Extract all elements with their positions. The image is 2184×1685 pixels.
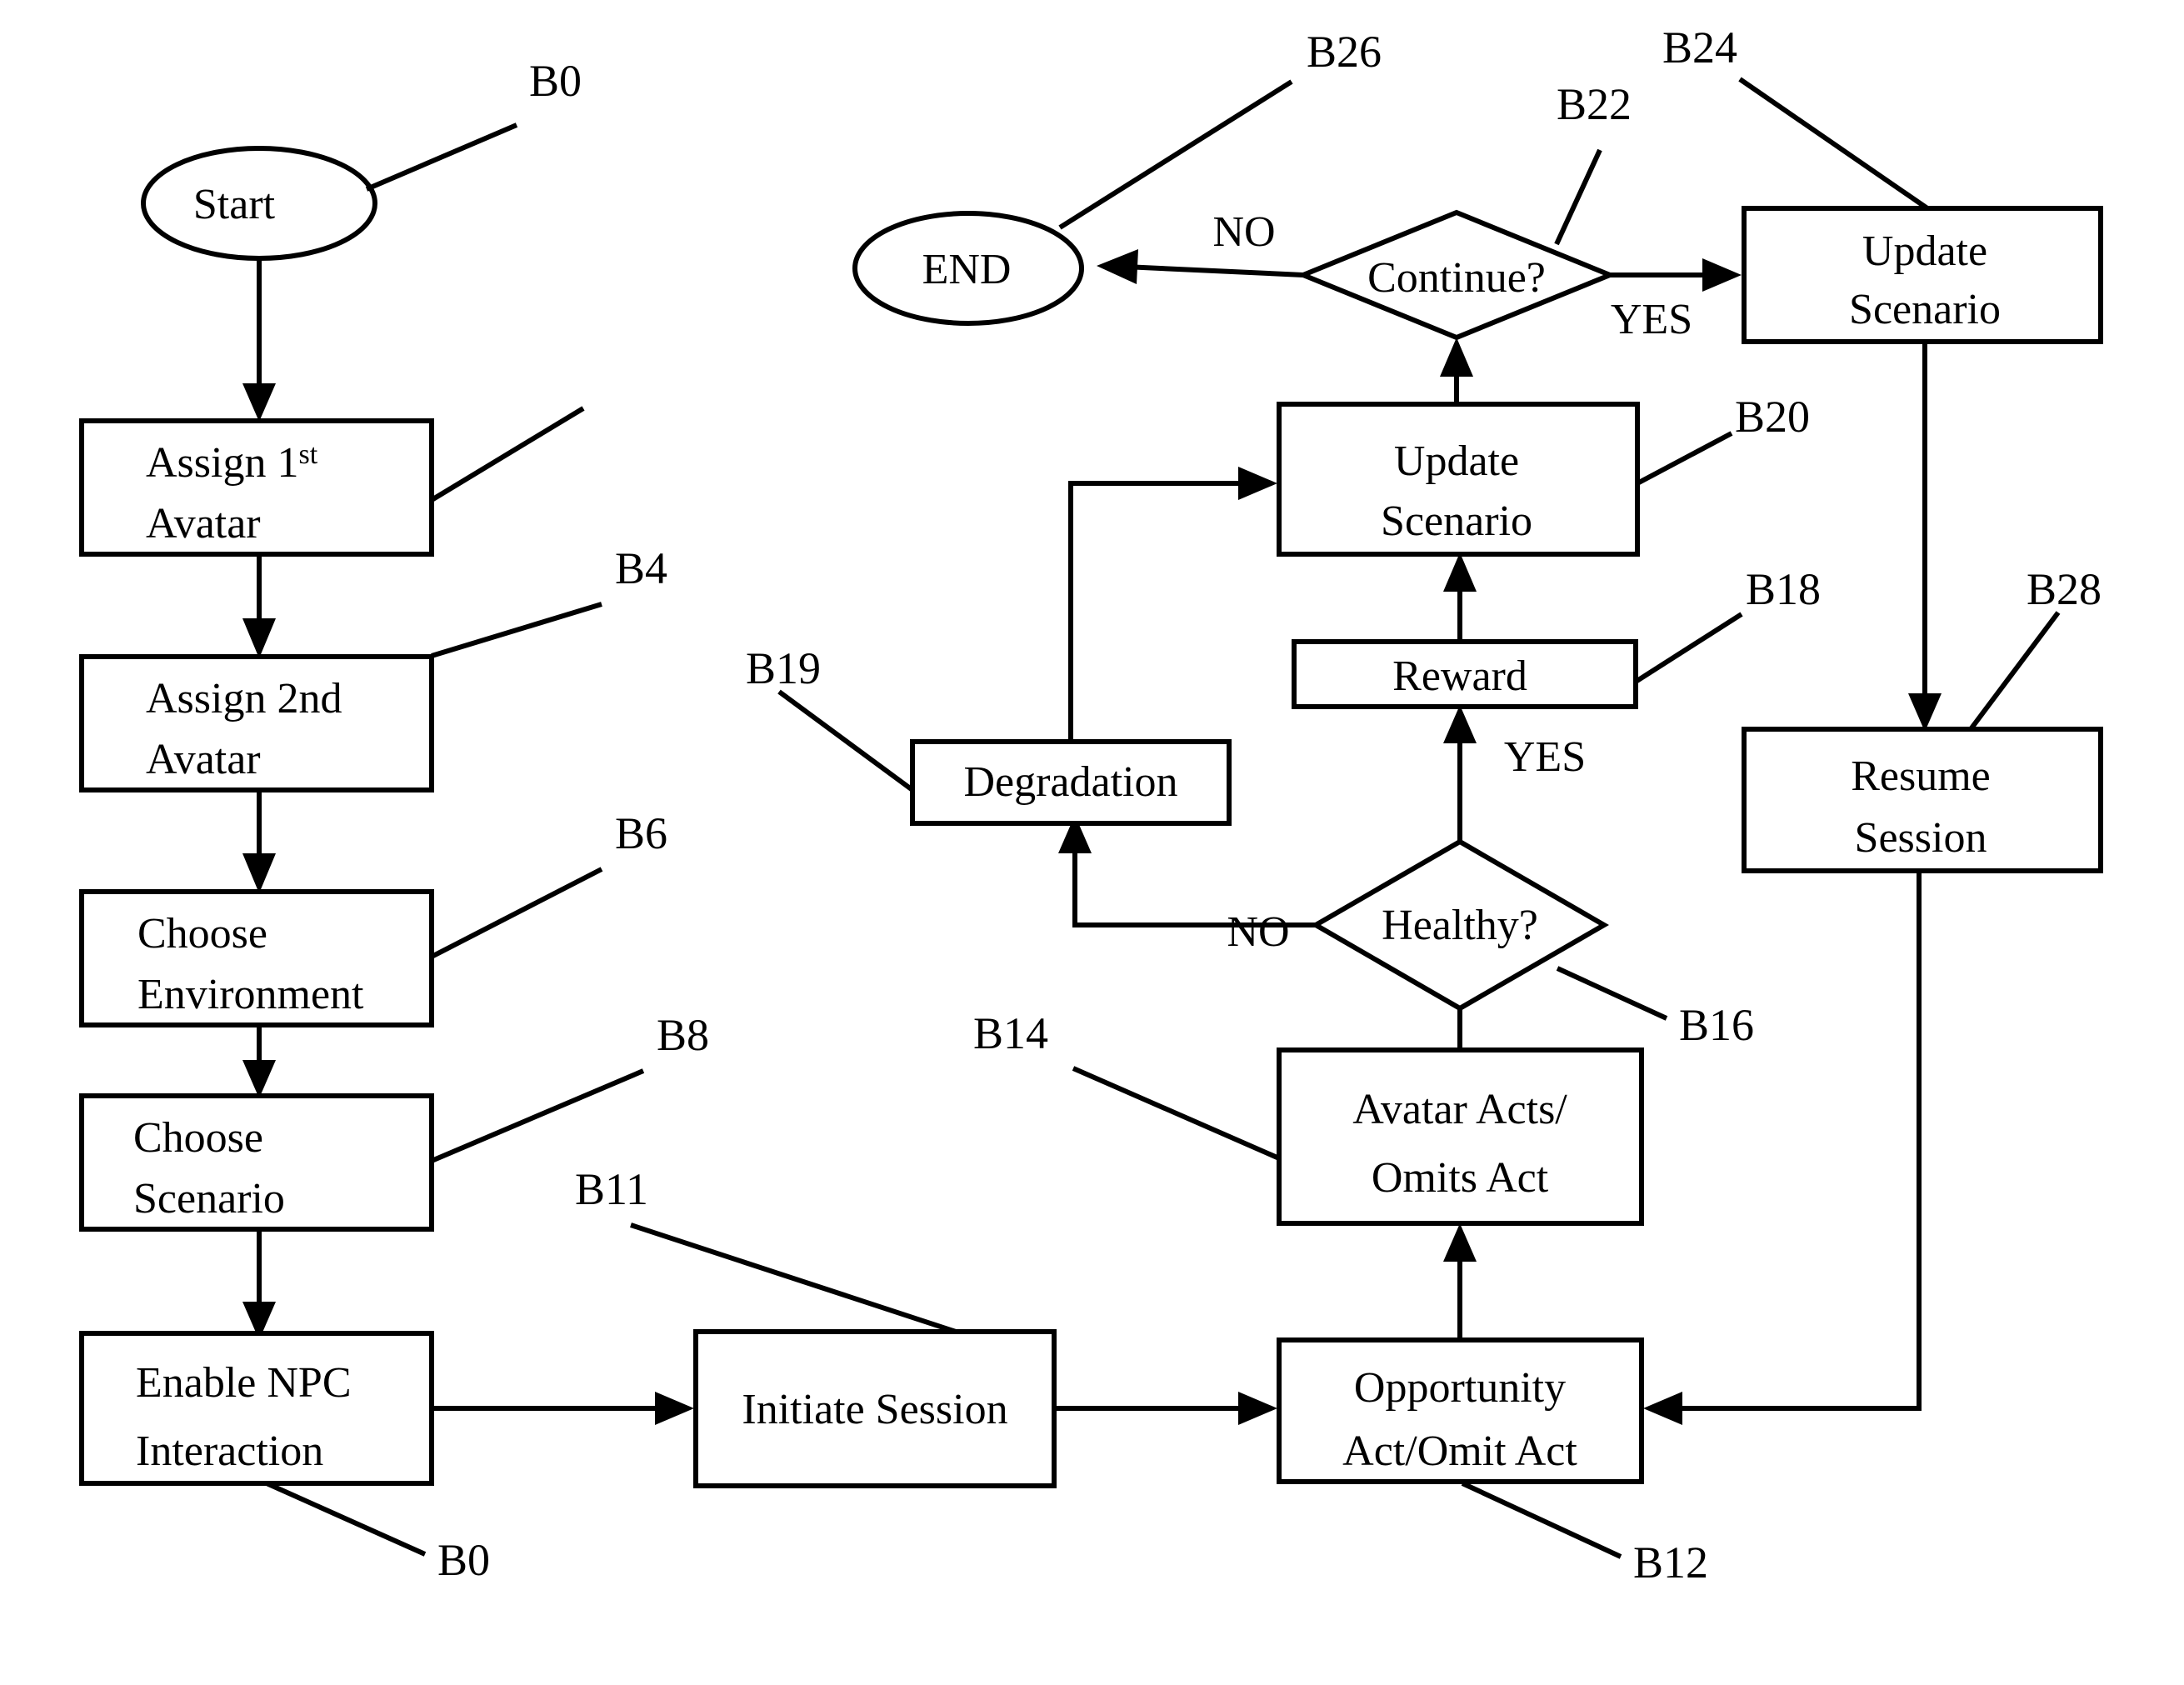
node-reward: Reward: [1292, 639, 1638, 709]
resume-session-label-line1: Resume: [1851, 752, 1991, 800]
leader-line-b28: [1968, 611, 2061, 731]
node-healthy-decision: Healthy?: [1311, 838, 1609, 1012]
choose-environment-label-line2: Environment: [137, 971, 364, 1018]
leader-line-b20: [777, 689, 914, 792]
edge-degradation-to-update-scenario-mid: [1068, 467, 1277, 742]
edge-assign-first-to-assign-second: [242, 554, 276, 658]
node-update-scenario-mid: Update Scenario: [1277, 402, 1640, 557]
edge-opportunity-to-avatar-acts: [1443, 1223, 1477, 1340]
node-degradation: Degradation: [910, 739, 1232, 826]
edge-start-to-assign-first: [242, 258, 276, 422]
leader-line-b12: [1461, 1481, 1622, 1559]
choose-scenario-label-line1: Choose: [133, 1114, 263, 1162]
edge-enable-npc-to-initiate-session: [432, 1392, 694, 1425]
enable-npc-interaction-label-line1: Enable NPC: [136, 1359, 352, 1407]
opportunity-act-label-line1: Opportunity: [1354, 1364, 1566, 1412]
leader-line-b22: [1554, 148, 1602, 246]
node-resume-session: Resume Session: [1742, 727, 2103, 873]
avatar-acts-label-line2: Omits Act: [1372, 1154, 1549, 1202]
edge-continue-yes-to-update-scenario-top: [1610, 258, 1742, 292]
end-label: END: [922, 246, 1012, 293]
ref-b12: B12: [1633, 1538, 1708, 1588]
assign-first-avatar-label-line1: Assign 1st: [146, 439, 318, 487]
edge-reward-to-update-scenario-mid: [1443, 552, 1477, 642]
edge-initiate-session-to-opportunity: [1054, 1392, 1277, 1425]
ref-b6: B6: [615, 808, 667, 858]
degradation-label: Degradation: [963, 758, 1177, 806]
edge-update-scenario-mid-to-continue: [1440, 338, 1473, 404]
ref-b24: B24: [1662, 22, 1737, 72]
node-assign-first-avatar: Assign 1st Avatar: [79, 418, 434, 557]
edge-label-continue-yes: YES: [1611, 296, 1692, 343]
avatar-acts-label-line1: Avatar Acts/: [1352, 1086, 1567, 1133]
ref-b14: B14: [973, 1008, 1048, 1058]
update-scenario-top-label-line2: Scenario: [1849, 286, 2001, 333]
update-scenario-mid-label-line2: Scenario: [1381, 498, 1532, 545]
choose-scenario-label-line2: Scenario: [133, 1175, 285, 1222]
update-scenario-top-label-line1: Update: [1862, 228, 1987, 275]
ref-b4: B4: [615, 543, 667, 593]
update-scenario-mid-label-line1: Update: [1394, 438, 1519, 485]
enable-npc-interaction-label-line2: Interaction: [136, 1428, 323, 1475]
assign-second-avatar-label-line2: Avatar: [146, 736, 261, 783]
leader-line-b26: [1058, 79, 1293, 230]
node-choose-environment: Choose Environment: [79, 889, 434, 1028]
node-choose-scenario: Choose Scenario: [79, 1093, 434, 1232]
node-initiate-session: Initiate Session: [693, 1329, 1057, 1488]
start-label: Start: [193, 181, 276, 228]
healthy-decision-label: Healthy?: [1382, 902, 1538, 949]
leader-line-b14: [1072, 1066, 1281, 1161]
node-end: END: [852, 211, 1084, 326]
edge-label-healthy-yes: YES: [1504, 733, 1586, 781]
flowchart-canvas: Start B0 Assign 1st Avatar Assign 2nd Av…: [0, 0, 2184, 1685]
ref-b16: B16: [1679, 1000, 1754, 1050]
leader-line-b16: [1556, 966, 1668, 1021]
edge-healthy-yes-to-reward: [1443, 705, 1477, 842]
leader-line-b11: [630, 1222, 957, 1334]
assign-second-avatar-label-line1: Assign 2nd: [146, 675, 342, 722]
ref-b28: B28: [2027, 564, 2102, 614]
edge-update-scenario-top-to-resume-session: [1908, 342, 1942, 732]
continue-decision-label: Continue?: [1367, 254, 1546, 302]
choose-environment-label-line1: Choose: [137, 910, 267, 958]
node-start: Start: [141, 146, 377, 261]
leader-line-b19: [1636, 431, 1733, 486]
node-avatar-acts: Avatar Acts/ Omits Act: [1277, 1048, 1644, 1226]
leader-line-b0-npc: [265, 1481, 427, 1557]
leader-line-b0-start: [365, 122, 518, 192]
edge-choose-environment-to-choose-scenario: [242, 1025, 276, 1098]
node-enable-npc-interaction: Enable NPC Interaction: [79, 1331, 434, 1486]
reward-label: Reward: [1392, 652, 1527, 700]
ref-b0-start: B0: [529, 56, 582, 106]
ref-b0-npc: B0: [437, 1535, 490, 1585]
ref-b20: B19: [746, 643, 821, 693]
leader-line-b8: [430, 1068, 645, 1163]
edge-assign-second-to-choose-environment: [242, 790, 276, 893]
initiate-session-label: Initiate Session: [742, 1386, 1007, 1433]
assign-first-avatar-label-line2: Avatar: [146, 500, 261, 548]
leader-line-b4: [431, 602, 602, 658]
node-opportunity-act: Opportunity Act/Omit Act: [1277, 1338, 1644, 1484]
ref-b22: B22: [1557, 79, 1632, 129]
edge-choose-scenario-to-enable-npc: [242, 1229, 276, 1340]
leader-line-b2: [430, 406, 585, 502]
ref-b8: B8: [657, 1010, 709, 1060]
node-assign-second-avatar: Assign 2nd Avatar: [79, 654, 434, 792]
opportunity-act-label-line2: Act/Omit Act: [1342, 1428, 1577, 1475]
edge-resume-session-to-opportunity: [1643, 871, 1922, 1425]
leader-line-b24: [1738, 77, 1929, 211]
ref-b26: B26: [1307, 27, 1382, 77]
node-update-scenario-top: Update Scenario: [1742, 206, 2103, 344]
resume-session-label-line2: Session: [1855, 814, 1987, 862]
leader-line-b6: [430, 867, 603, 959]
leader-line-b18: [1634, 612, 1743, 684]
ref-b19: B20: [1735, 392, 1810, 442]
ref-b11: B11: [575, 1164, 648, 1214]
edge-label-healthy-no: NO: [1227, 908, 1289, 956]
edge-label-continue-no: NO: [1212, 208, 1275, 256]
ref-b18: B18: [1746, 564, 1821, 614]
